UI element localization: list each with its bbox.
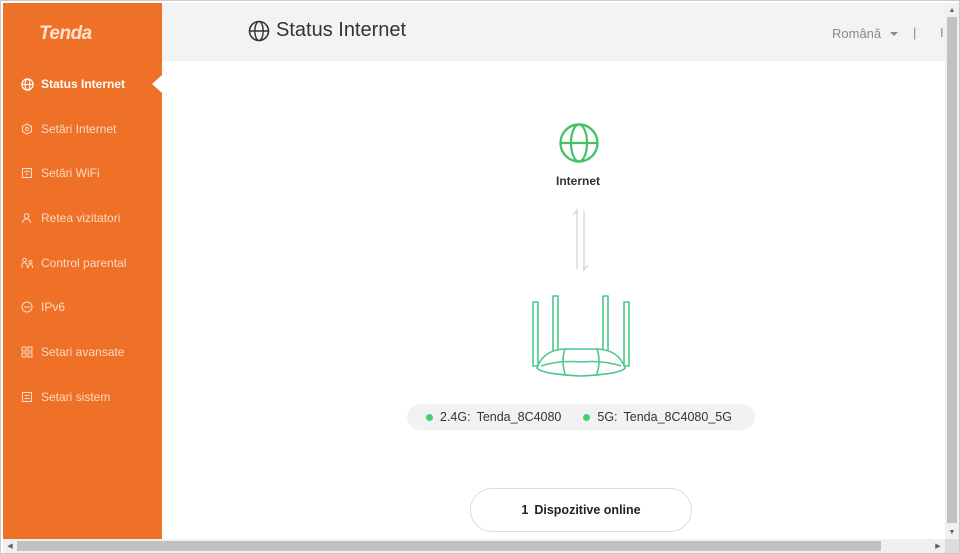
- wifi-band-label: 2.4G:: [440, 410, 471, 424]
- vertical-scroll-thumb[interactable]: [947, 17, 957, 523]
- language-value: Română: [832, 26, 882, 41]
- wifi-ssid: Tenda_8C4080_5G: [623, 410, 732, 424]
- internet-globe-icon: [558, 122, 600, 169]
- page-title: Status Internet: [248, 19, 406, 42]
- browser-frame: Tenda Status Internet Setări Internet Se…: [0, 0, 960, 554]
- router-icon: [531, 294, 631, 385]
- sidebar-item-label: Status Internet: [41, 77, 126, 91]
- scrollbar-corner: [945, 539, 959, 553]
- globe-icon: [20, 77, 34, 91]
- vertical-scrollbar[interactable]: ▲ ▼: [945, 3, 959, 539]
- scroll-up-icon[interactable]: ▲: [945, 3, 959, 17]
- hexagon-icon: [20, 122, 34, 136]
- link-arrows-icon: [570, 207, 592, 278]
- horizontal-scroll-thumb[interactable]: [17, 541, 881, 551]
- scroll-down-icon[interactable]: ▼: [945, 525, 959, 539]
- grid-icon: [20, 345, 34, 359]
- online-devices-count: 1: [521, 503, 529, 517]
- wifi-ssid-bar: 2.4G: Tenda_8C4080 5G: Tenda_8C4080_5G: [407, 404, 755, 430]
- sidebar-item-label: Setari avansate: [41, 345, 125, 359]
- horizontal-scrollbar[interactable]: ◀ ▶: [3, 539, 945, 553]
- sidebar-item-label: Retea vizitatori: [41, 211, 121, 225]
- main-content: Internet 2.4G: Tenda_8C4080 5G: Tenda_8C…: [162, 61, 945, 539]
- sidebar-item-status-internet[interactable]: Status Internet: [3, 62, 162, 106]
- system-icon: [20, 390, 34, 404]
- sidebar-item-parental-control[interactable]: Control parental: [3, 241, 162, 285]
- sidebar-item-system-settings[interactable]: Setari sistem: [3, 375, 162, 419]
- chevron-down-icon: [890, 31, 899, 36]
- scroll-left-icon[interactable]: ◀: [3, 539, 17, 553]
- sidebar-item-label: IPv6: [41, 300, 66, 314]
- sidebar-item-advanced-settings[interactable]: Setari avansate: [3, 330, 162, 374]
- page-title-text: Status Internet: [276, 19, 407, 41]
- page-header: Status Internet Română | I: [162, 3, 945, 61]
- header-truncated-link[interactable]: I: [940, 25, 944, 40]
- status-dot-icon: [583, 413, 591, 421]
- scroll-right-icon[interactable]: ▶: [931, 539, 945, 553]
- wifi-band-label: 5G:: [597, 410, 618, 424]
- online-devices-button[interactable]: 1 Dispozitive online: [470, 488, 692, 532]
- wifi-24g-entry: 2.4G: Tenda_8C4080: [426, 410, 561, 424]
- globe-icon: [248, 20, 270, 42]
- sidebar: Tenda Status Internet Setări Internet Se…: [3, 3, 162, 539]
- wifi-ssid: Tenda_8C4080: [476, 410, 562, 424]
- guest-user-icon: [20, 211, 34, 225]
- internet-label: Internet: [556, 174, 601, 188]
- sidebar-item-internet-settings[interactable]: Setări Internet: [3, 107, 162, 151]
- online-devices-label: Dispozitive online: [534, 503, 641, 517]
- sidebar-item-label: Setări WiFi: [41, 166, 100, 180]
- sidebar-item-ipv6[interactable]: IPv6: [3, 285, 162, 329]
- sidebar-item-guest-network[interactable]: Retea vizitatori: [3, 196, 162, 240]
- header-separator: |: [913, 25, 917, 40]
- language-select[interactable]: Română: [832, 26, 899, 41]
- tenda-logo[interactable]: Tenda: [39, 23, 92, 45]
- status-dot-icon: [426, 413, 433, 421]
- sidebar-item-label: Control parental: [41, 256, 127, 270]
- parental-icon: [20, 256, 34, 270]
- ipv6-icon: [20, 300, 34, 314]
- sidebar-item-label: Setari sistem: [41, 390, 111, 404]
- sidebar-item-wifi-settings[interactable]: Setări WiFi: [3, 151, 162, 195]
- wifi-5g-entry: 5G: Tenda_8C4080_5G: [583, 410, 732, 424]
- sidebar-item-label: Setări Internet: [41, 122, 117, 136]
- wifi-box-icon: [20, 166, 34, 180]
